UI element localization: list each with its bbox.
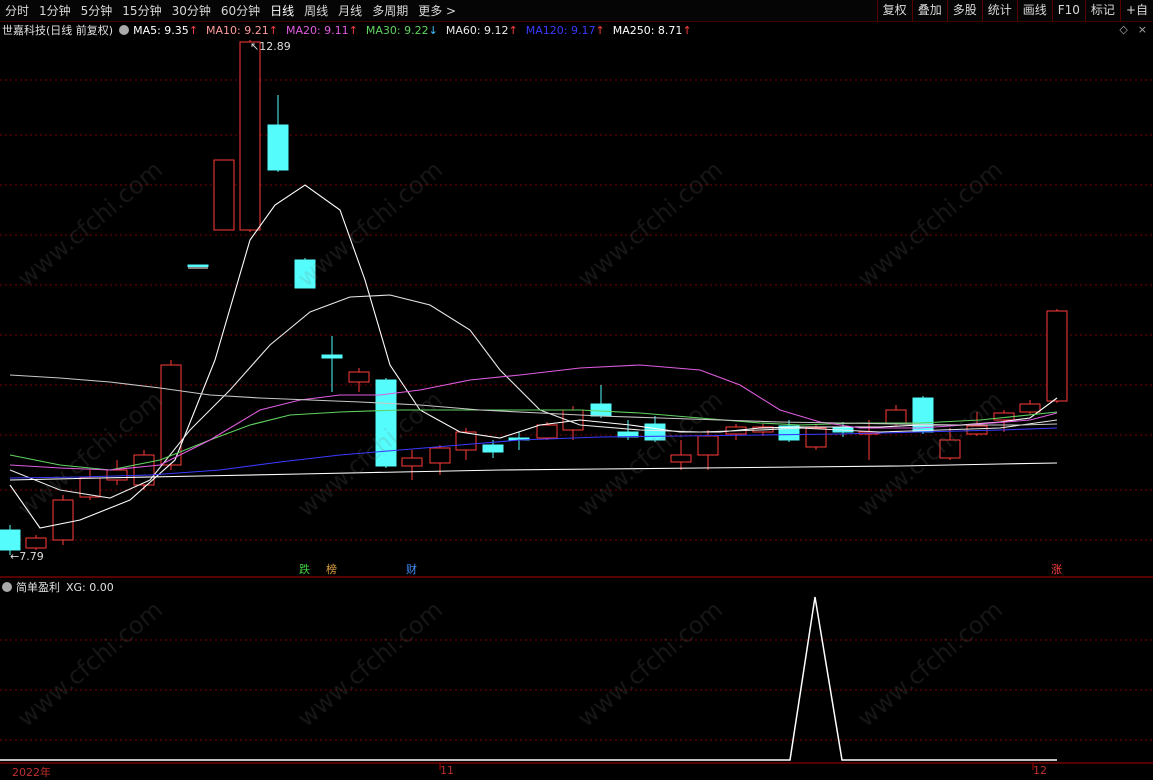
- high-price-label: ↖12.89: [250, 40, 291, 53]
- candle-body-22: [590, 403, 612, 417]
- candle-body-10: [267, 124, 289, 171]
- x-axis-label-nov: 11: [440, 764, 454, 777]
- x-axis-label-dec: 12: [1033, 764, 1047, 777]
- candle-body-26: [697, 435, 719, 456]
- ma250-line: [9, 462, 1058, 481]
- candle-body-4: [106, 469, 128, 481]
- candle-body-30: [805, 427, 827, 448]
- candle-body-7: [187, 264, 209, 267]
- candle-body-5: [133, 454, 155, 486]
- candle-body-0: [0, 529, 21, 551]
- candle-body-16: [429, 447, 451, 464]
- badge-rank[interactable]: 榜: [325, 563, 338, 577]
- badge-finance[interactable]: 财: [405, 563, 418, 577]
- candle-body-18: [482, 444, 504, 453]
- indicator-name: 简单盈利: [16, 581, 60, 594]
- candle-body-20: [536, 424, 558, 439]
- kline-chart[interactable]: [0, 0, 1153, 775]
- candle-body-6: [160, 364, 182, 466]
- indicator-value: XG: 0.00: [66, 580, 114, 594]
- candle-body-38: [1019, 403, 1041, 413]
- candle-body-13: [348, 371, 370, 383]
- candle-body-2: [52, 499, 74, 541]
- candle-body-39: [1046, 310, 1068, 402]
- candle-body-11: [294, 259, 316, 289]
- badge-rise[interactable]: 涨: [1050, 563, 1063, 577]
- candle-body-24: [644, 423, 666, 441]
- indicator-legend: 简单盈利 XG: 0.00: [2, 579, 114, 595]
- candle-body-1: [25, 537, 47, 549]
- candle-body-17: [455, 431, 477, 451]
- x-axis-label-year: 2022年: [12, 766, 51, 779]
- indicator-settings-icon[interactable]: [2, 582, 12, 592]
- candle-body-25: [670, 454, 692, 463]
- candle-body-12: [321, 354, 343, 359]
- candle-body-33: [885, 409, 907, 424]
- badge-fall[interactable]: 跌: [298, 563, 311, 577]
- low-price-label: ←7.79: [10, 550, 44, 563]
- candle-body-9: [239, 41, 261, 231]
- candle-body-15: [401, 457, 423, 467]
- candle-body-8: [213, 159, 235, 231]
- candle-body-35: [939, 439, 961, 459]
- xg-signal-line: [0, 596, 1057, 761]
